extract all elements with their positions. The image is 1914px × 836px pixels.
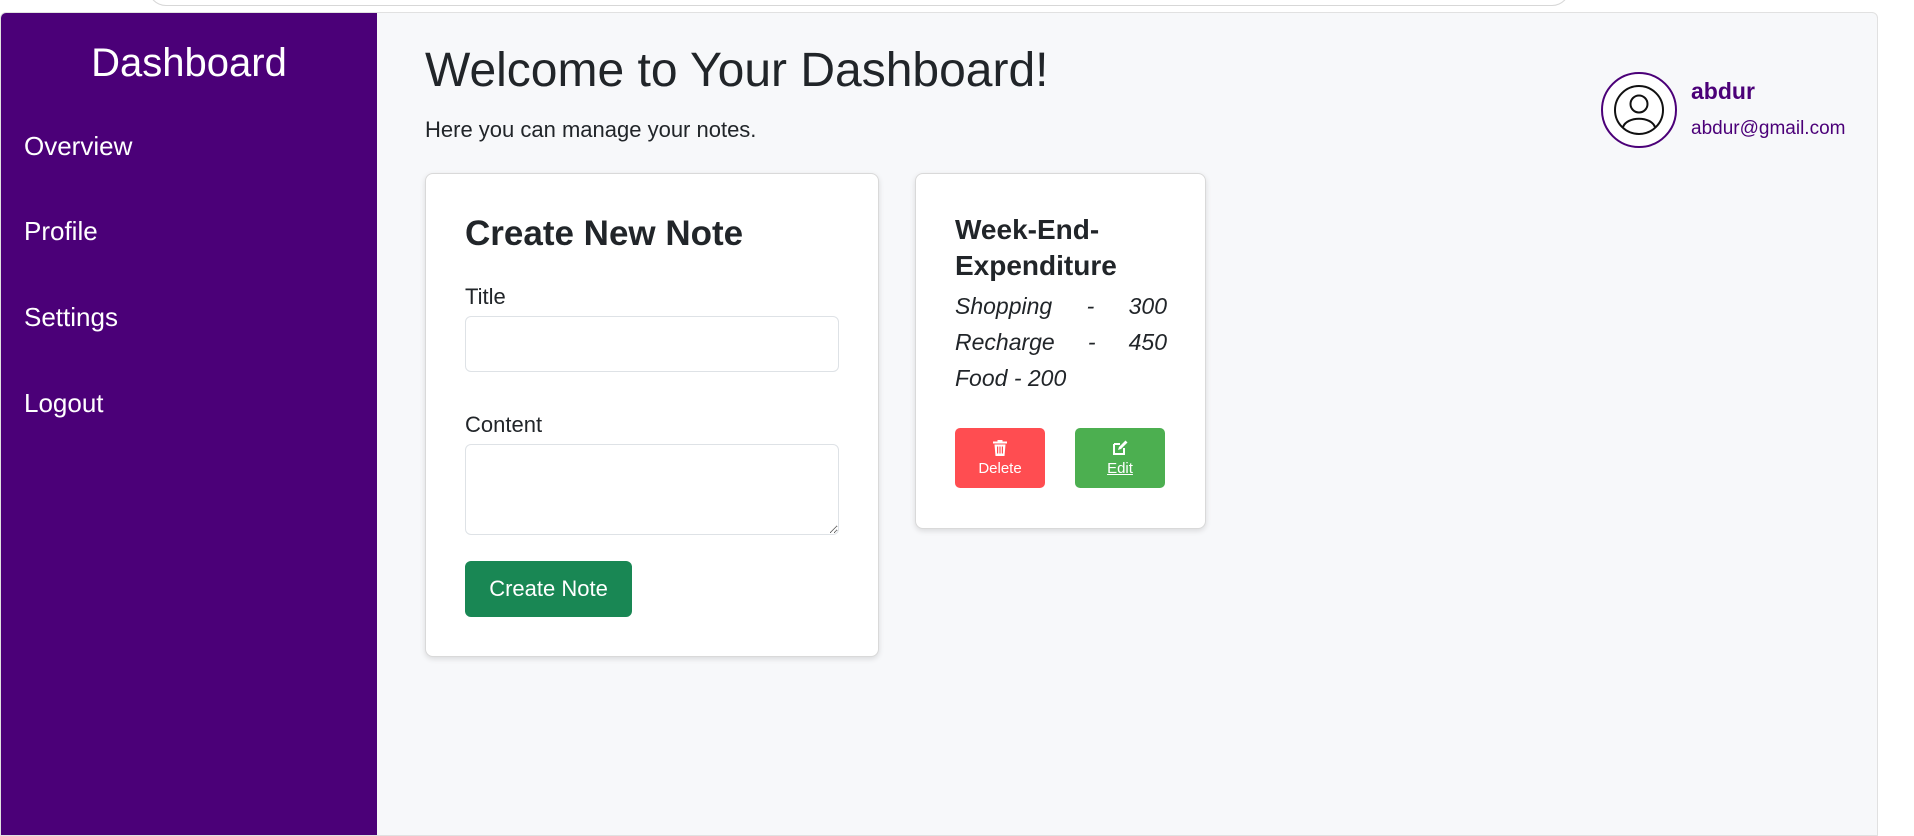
note-content: Shopping - 300 Recharge - 450 Food - 200 xyxy=(955,293,1167,391)
user-profile: abdur abdur@gmail.com xyxy=(1601,72,1877,152)
page-title: Welcome to Your Dashboard! xyxy=(425,44,1049,97)
note-card: Week-End-Expenditure Shopping - 300 Rech… xyxy=(915,173,1206,529)
page-subtitle: Here you can manage your notes. xyxy=(425,117,757,142)
sidebar-item-logout[interactable]: Logout xyxy=(24,388,104,419)
content-label: Content xyxy=(465,412,543,437)
sidebar-item-settings[interactable]: Settings xyxy=(24,302,118,333)
content-textarea[interactable] xyxy=(465,444,839,535)
create-note-button[interactable]: Create Note xyxy=(465,561,632,617)
main-content: Welcome to Your Dashboard! Here you can … xyxy=(377,13,1877,835)
user-circle-icon[interactable] xyxy=(1601,72,1677,148)
user-email: abdur@gmail.com xyxy=(1691,118,1846,139)
user-name: abdur xyxy=(1691,78,1755,104)
sidebar-item-profile[interactable]: Profile xyxy=(24,216,98,247)
edit-icon xyxy=(1113,440,1128,455)
note-title: Week-End-Expenditure xyxy=(955,214,1117,281)
trash-icon xyxy=(993,439,1007,456)
delete-note-button[interactable]: Delete xyxy=(955,428,1045,488)
sidebar-item-overview[interactable]: Overview xyxy=(24,131,132,162)
app-frame: Dashboard Overview Profile Settings Logo… xyxy=(0,12,1878,836)
title-input[interactable] xyxy=(465,316,839,372)
browser-address-bar xyxy=(148,0,1570,6)
edit-label: Edit xyxy=(1107,459,1133,477)
sidebar-title: Dashboard xyxy=(91,41,287,85)
delete-label: Delete xyxy=(978,459,1022,477)
edit-note-button[interactable]: Edit xyxy=(1075,428,1165,488)
sidebar: Dashboard Overview Profile Settings Logo… xyxy=(1,13,377,835)
create-note-card: Create New Note Title Content Create Not… xyxy=(425,173,879,657)
avatar-graphic xyxy=(1614,85,1664,135)
title-label: Title xyxy=(465,284,506,309)
create-note-heading: Create New Note xyxy=(465,214,744,253)
